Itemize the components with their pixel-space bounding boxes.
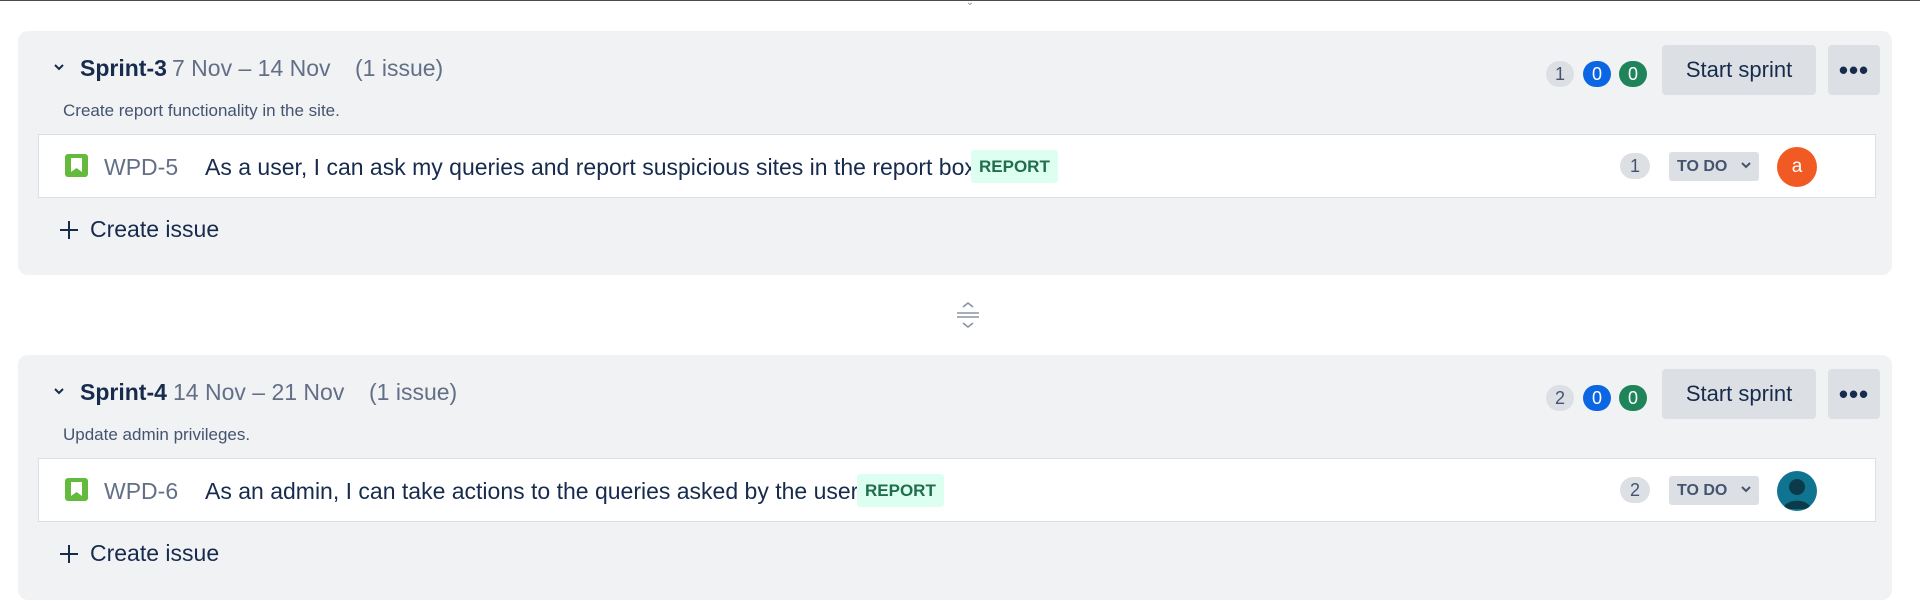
more-actions-button[interactable]: ••• [1828,45,1880,95]
status-dropdown[interactable]: TO DO [1669,476,1759,505]
create-issue-label: Create issue [90,540,220,566]
issue-summary[interactable]: As a user, I can ask my queries and repo… [205,154,982,181]
sprint-name[interactable]: Sprint-3 [80,55,167,82]
in-progress-count-badge: 0 [1583,61,1611,87]
more-actions-button[interactable]: ••• [1828,369,1880,419]
plus-icon [60,545,78,563]
sprint-issue-count: (1 issue) [355,55,444,81]
sprint-issue-count: (1 issue) [369,379,458,405]
status-label: TO DO [1677,158,1728,175]
in-progress-count-badge: 0 [1583,385,1611,411]
drag-resize-handle-icon[interactable] [955,300,981,330]
sprint-header: Sprint-3 7 Nov – 14 Nov (1 issue) 1 0 0 … [18,31,1892,95]
create-issue-label: Create issue [90,216,220,242]
done-count-badge: 0 [1619,61,1647,87]
more-icon: ••• [1838,55,1870,85]
start-sprint-button[interactable]: Start sprint [1662,369,1816,419]
chevron-down-icon [1741,162,1751,169]
status-label: TO DO [1677,482,1728,499]
todo-count-badge: 1 [1546,61,1574,87]
sprint-header: Sprint-4 14 Nov – 21 Nov (1 issue) 2 0 0… [18,355,1892,419]
status-dropdown[interactable]: TO DO [1669,152,1759,181]
sprint-dates: 14 Nov – 21 Nov [173,379,345,405]
sprint-container-sprint-3: Sprint-3 7 Nov – 14 Nov (1 issue) 1 0 0 … [18,31,1892,275]
sprint-container-sprint-4: Sprint-4 14 Nov – 21 Nov (1 issue) 2 0 0… [18,355,1892,600]
issue-key[interactable]: WPD-6 [104,478,178,505]
story-points-badge[interactable]: 2 [1620,477,1650,503]
chevron-down-icon[interactable] [54,386,64,396]
story-icon [65,154,88,177]
story-points-badge[interactable]: 1 [1620,153,1650,179]
epic-lozenge[interactable]: REPORT [971,150,1058,183]
plus-icon [60,221,78,239]
top-divider [0,0,1920,1]
assignee-avatar[interactable]: a [1777,147,1817,187]
start-sprint-button[interactable]: Start sprint [1662,45,1816,95]
more-icon: ••• [1838,379,1870,409]
chevron-down-icon [1741,486,1751,493]
assignee-avatar[interactable] [1777,471,1817,511]
sprint-goal: Update admin privileges. [63,425,251,444]
person-avatar-icon [1783,479,1811,509]
issue-summary[interactable]: As an admin, I can take actions to the q… [205,478,863,505]
issue-row[interactable]: WPD-6 As an admin, I can take actions to… [38,458,1876,522]
top-caret-icon: ⌄ [965,0,975,8]
chevron-down-icon[interactable] [54,62,64,72]
todo-count-badge: 2 [1546,385,1574,411]
sprint-goal: Create report functionality in the site. [63,101,340,120]
sprint-dates: 7 Nov – 14 Nov [172,55,331,81]
issue-key[interactable]: WPD-5 [104,154,178,181]
done-count-badge: 0 [1619,385,1647,411]
issue-row[interactable]: WPD-5 As a user, I can ask my queries an… [38,134,1876,198]
sprint-name[interactable]: Sprint-4 [80,379,167,406]
story-icon [65,478,88,501]
epic-lozenge[interactable]: REPORT [857,474,944,507]
